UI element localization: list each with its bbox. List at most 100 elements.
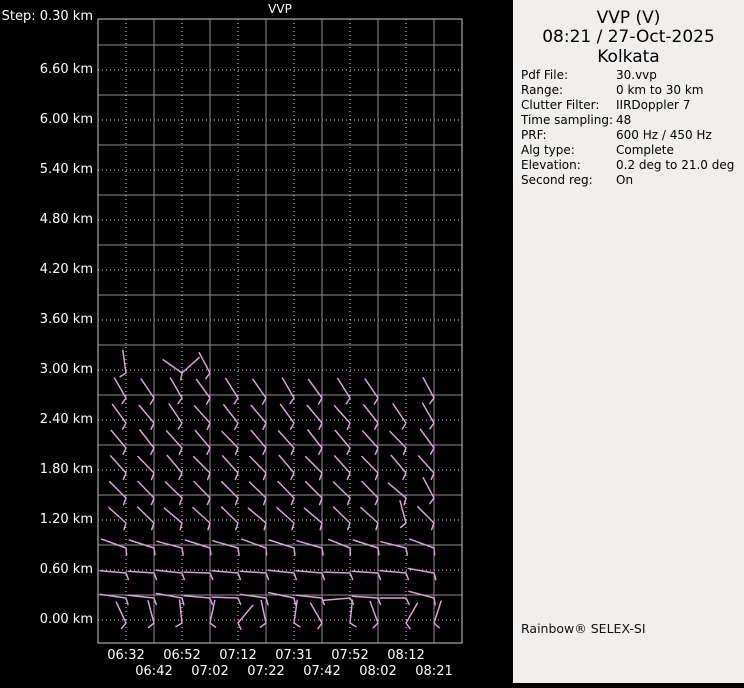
y-axis-label: 1.20 km (39, 512, 93, 527)
metadata-value: 600 Hz / 450 Hz (616, 128, 712, 142)
metadata-row: PRF: 600 Hz / 450 Hz (521, 128, 741, 143)
wind-barb (369, 600, 379, 629)
wind-barb (127, 594, 158, 606)
wind-barb (281, 377, 295, 405)
wind-barb (247, 507, 267, 531)
wind-barb (387, 482, 407, 506)
wind-barb (237, 604, 254, 631)
y-axis-label: 4.20 km (39, 262, 93, 277)
wind-barb (248, 481, 267, 506)
wind-barb (379, 569, 410, 581)
wind-barb (417, 455, 435, 481)
wind-barb (421, 402, 435, 430)
wind-barb (361, 455, 379, 481)
wind-barb (109, 455, 127, 481)
wind-barb (422, 476, 435, 505)
metadata-row: Range: 0 km to 30 km (521, 83, 741, 98)
wind-barb (239, 570, 270, 581)
wind-barb (307, 378, 323, 405)
wind-barb (364, 378, 379, 405)
wind-barb (333, 455, 351, 481)
wind-barb (220, 506, 239, 531)
wind-barb (198, 351, 211, 380)
metadata-value: On (616, 173, 634, 187)
wind-barb (416, 505, 435, 531)
wind-barb (192, 455, 211, 481)
wind-barb (323, 571, 354, 581)
wind-barb (138, 404, 155, 431)
x-axis-time-label: 08:21 (415, 664, 453, 679)
wind-barb (140, 378, 155, 405)
wind-profile-plot-canvas (97, 18, 463, 644)
wind-barb (147, 600, 155, 629)
scan-datetime: 08:21 / 27-Oct-2025 (542, 27, 715, 47)
wind-barb (110, 429, 127, 456)
wind-barb (113, 377, 127, 405)
wind-barb (193, 405, 211, 431)
wind-barb (422, 376, 435, 405)
x-axis-time-label: 07:31 (275, 648, 313, 663)
app-window: VVP Step: 0.30 km 6.60 km 6.00 km 5.40 km 4… (0, 0, 744, 688)
wind-barb (169, 377, 183, 405)
metadata-value: 30.vvp (616, 68, 657, 82)
wind-barb (137, 455, 155, 481)
wind-barb (304, 455, 323, 481)
y-axis-label: 6.60 km (39, 62, 93, 77)
wind-barb (389, 430, 407, 456)
wind-barb (279, 403, 295, 430)
wind-barb (351, 570, 382, 581)
wind-barb (363, 404, 379, 430)
wind-barb (419, 428, 435, 455)
x-axis-time-label: 07:52 (331, 648, 369, 663)
wind-barb (128, 539, 156, 556)
wind-barb (137, 480, 155, 506)
wind-barb (296, 540, 324, 556)
wind-barb (240, 538, 268, 556)
wind-barb (252, 378, 267, 405)
wind-barb (352, 539, 380, 556)
wind-barb (223, 404, 239, 430)
station-name: Kolkata (597, 47, 660, 67)
wind-barb (306, 404, 323, 431)
wind-barb (268, 539, 296, 556)
x-axis-time-label: 07:42 (303, 664, 341, 679)
wind-profile-chart: VVP Step: 0.30 km 6.60 km 6.00 km 5.40 km 4… (0, 0, 513, 688)
y-axis-label: 0.00 km (39, 612, 93, 627)
metadata-label: Alg type: (521, 143, 575, 157)
metadata-list: Pdf File: 30.vvp Range: 0 km to 30 km Clutte… (521, 68, 741, 188)
wind-barb (360, 506, 379, 531)
wind-barb (333, 405, 351, 431)
wind-barb (239, 593, 269, 606)
wind-barb (99, 569, 130, 581)
product-title: VVP (V) (596, 8, 661, 28)
metadata-value: 0 km to 30 km (616, 83, 704, 97)
x-axis-time-label: 06:32 (107, 648, 145, 663)
metadata-label: Time sampling: (521, 113, 614, 127)
y-axis-label: 0.60 km (39, 562, 93, 577)
wind-barb (407, 567, 437, 581)
wind-barb (221, 430, 239, 456)
y-axis-label: 2.40 km (39, 412, 93, 427)
wind-barb (108, 506, 127, 531)
wind-barb (212, 540, 240, 556)
x-axis-time-label: 07:12 (219, 648, 257, 663)
metadata-row: Second reg: On (521, 173, 741, 188)
wind-barb (194, 429, 211, 456)
wind-barb (100, 538, 128, 556)
wind-barb (267, 569, 298, 581)
wind-barb (399, 500, 407, 529)
wind-barb (156, 540, 184, 556)
y-axis-label: 6.00 km (39, 112, 93, 127)
wind-barb (166, 454, 183, 481)
wind-barb (108, 480, 127, 506)
x-axis-time-label: 08:12 (387, 648, 425, 663)
y-axis-label: 5.40 km (39, 162, 93, 177)
wind-barb (139, 429, 155, 455)
wind-barb (164, 481, 183, 506)
wind-barb (175, 599, 183, 628)
wind-barb (259, 599, 267, 628)
y-axis-label: 4.80 km (39, 212, 93, 227)
wind-barb (309, 602, 323, 630)
wind-barb (119, 349, 127, 378)
wind-barb (332, 506, 351, 531)
